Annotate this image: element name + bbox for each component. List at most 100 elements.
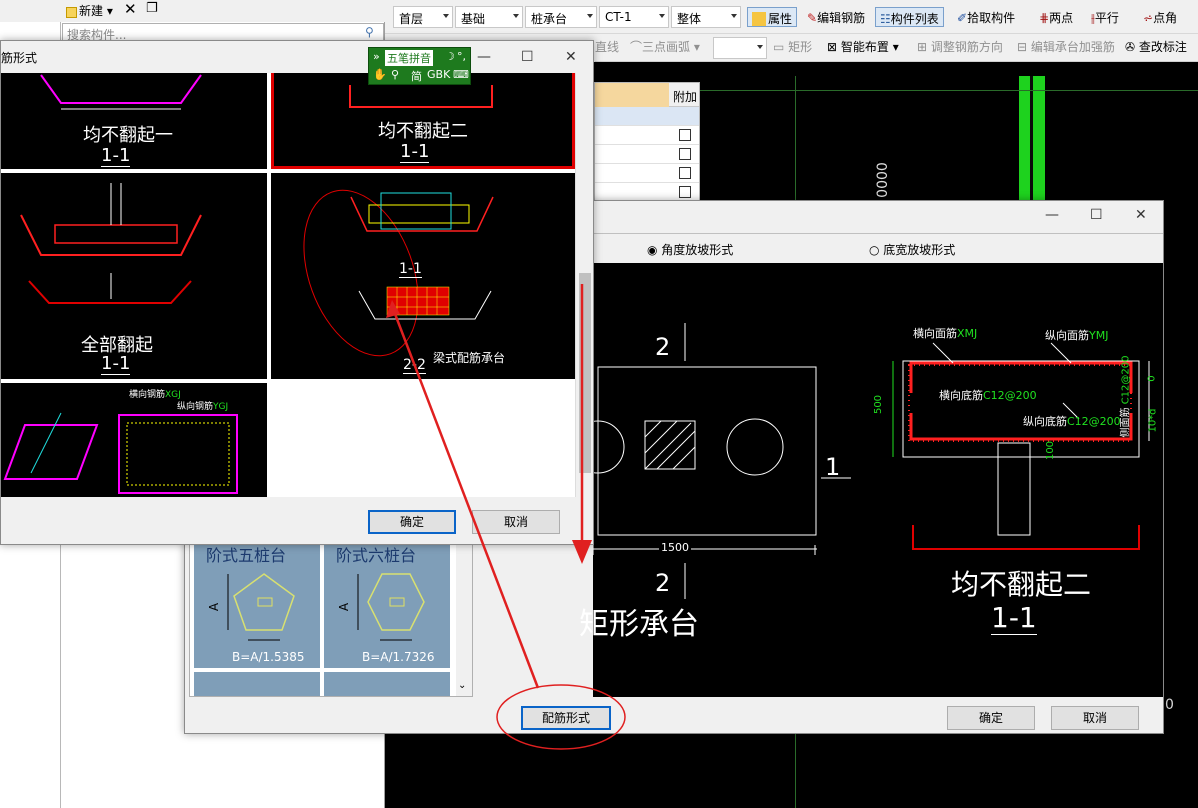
chevron-down-icon <box>587 14 593 18</box>
option-3-section: 1-1 <box>101 353 131 375</box>
panel-toolbar: 新建 ▾ ✕ ❐ <box>0 0 385 22</box>
rectangle-button[interactable]: ▭ 矩形 <box>773 38 812 58</box>
edit-cap-strengthen-button[interactable]: ⊟ 编辑承台加强筋 <box>1017 38 1115 58</box>
option-5-label-1-text: 横向钢筋 <box>129 390 166 400</box>
options-scrollbar[interactable] <box>575 73 593 497</box>
shape-thumb[interactable] <box>324 672 450 696</box>
cancel-button[interactable]: 取消 <box>472 510 560 534</box>
label-side-spec: C12@200 <box>1120 355 1132 405</box>
ime-charset[interactable]: GBK <box>427 68 450 81</box>
edit-rebar-button[interactable]: ✎编辑钢筋 <box>803 7 869 27</box>
dialog-title: 筋形式 <box>1 51 38 65</box>
option-2-section: 1-1 <box>400 141 430 163</box>
option-5-label-2-text: 纵向钢筋 <box>177 402 214 412</box>
library-scrollbar[interactable]: ⌄ <box>456 532 472 696</box>
option-steel-cage[interactable]: 横向钢筋XGJ 纵向钢筋YGJ <box>1 383 267 497</box>
label-ymj: 纵向面筋YMJ <box>1045 327 1108 343</box>
section-number-bottom: 2 <box>655 569 671 597</box>
point-angle-button[interactable]: ⩫点角 <box>1139 7 1181 27</box>
rebar-form-button[interactable]: 配筋形式 <box>521 706 611 730</box>
minimize-icon[interactable]: — <box>477 49 491 65</box>
additional-checkbox[interactable] <box>679 186 691 198</box>
line-button[interactable]: 直线 <box>595 38 619 58</box>
punctuation-icon[interactable]: °, <box>457 50 466 63</box>
table-row[interactable] <box>595 164 699 183</box>
dim-500: 500 <box>873 394 885 415</box>
parallel-button[interactable]: ⫲平行 <box>1087 7 1123 27</box>
scope-select[interactable]: 整体 <box>671 6 741 28</box>
chevron-down-icon[interactable]: ⌄ <box>458 680 466 691</box>
cancel-button[interactable]: 取消 <box>1051 706 1139 730</box>
two-point-button[interactable]: ⋕两点 <box>1035 7 1077 27</box>
pentagon-title: 阶式五桩台 <box>206 546 287 565</box>
main-toolbar: 首层 基础 桩承台 CT-1 整体 属性 ✎编辑钢筋 ☷构件列表 ✐拾取构件 ⋕… <box>385 0 1198 34</box>
component-list-button[interactable]: ☷构件列表 <box>875 7 944 27</box>
maximize-icon[interactable]: ☐ <box>1090 207 1103 223</box>
table-row[interactable] <box>595 126 699 145</box>
chevron-down-icon <box>443 14 449 18</box>
dim-100: 100 <box>1045 440 1057 461</box>
close-icon[interactable]: ✕ <box>565 49 577 65</box>
draw-toolbar: 直线 ⌒三点画弧 ▾ ▭ 矩形 ⊠ 智能布置 ▾ ⊞ 调整钢筋方向 ⊟ 编辑承台… <box>595 34 1198 62</box>
arc-option-select[interactable] <box>713 37 767 59</box>
option-no-bend-1[interactable]: 均不翻起一 1-1 <box>1 73 267 169</box>
ime-name[interactable]: 五笔拼音 <box>385 50 433 66</box>
adjust-icon: ⊞ <box>917 40 928 54</box>
delete-icon[interactable]: ✕ <box>124 0 137 18</box>
rebar-title: 均不翻起二 <box>951 568 1092 601</box>
col-header-additional: 附加 <box>673 90 698 104</box>
attributes-button[interactable]: 属性 <box>747 7 798 27</box>
three-point-arc-button[interactable]: ⌒三点画弧 ▾ <box>630 38 700 58</box>
option-4-title: 梁式配筋承台 <box>433 351 506 365</box>
close-icon[interactable]: ✕ <box>1135 207 1147 223</box>
additional-checkbox[interactable] <box>679 148 691 160</box>
shape-thumb[interactable] <box>194 672 320 696</box>
rebar-options-grid: 均不翻起一 1-1 均不翻起二 1-1 全部翻起 1-1 1-1 2-2 梁式配… <box>1 73 575 497</box>
ime-mode[interactable]: 简 <box>411 68 422 84</box>
floor-select[interactable]: 首层 <box>393 6 453 28</box>
table-row[interactable] <box>595 145 699 164</box>
keyboard-icon[interactable]: ⌨ <box>453 68 469 81</box>
ime-toolbar: » 五笔拼音 ☽ °, ✋ ⚲ 简 GBK ⌨ <box>368 47 471 85</box>
component-select[interactable]: CT-1 <box>599 6 669 28</box>
rectangle-icon: ▭ <box>773 40 785 54</box>
label-ydj-spec: C12@200 <box>1067 415 1121 428</box>
additional-checkbox[interactable] <box>679 129 691 141</box>
adjust-rebar-dir-button[interactable]: ⊞ 调整钢筋方向 <box>917 38 1003 58</box>
search-icon[interactable]: ⚲ <box>365 25 374 39</box>
option-all-bend[interactable]: 全部翻起 1-1 <box>1 173 267 379</box>
ok-button[interactable]: 确定 <box>947 706 1035 730</box>
maximize-icon[interactable]: ☐ <box>521 49 534 65</box>
copy-icon[interactable]: ❐ <box>146 1 158 16</box>
cap-preview: 2 2 1 1500 矩形承台 横向面筋XMJ 纵向面筋YMJ 横向底筋C12@… <box>533 263 1163 697</box>
radio-angle[interactable]: ◉ 角度放坡形式 <box>647 241 733 258</box>
column-divider <box>1030 76 1033 216</box>
option-4-section-2: 2-2 <box>403 357 426 374</box>
pentagon-formula: B=A/1.5385 <box>232 650 305 664</box>
ok-button[interactable]: 确定 <box>368 510 456 534</box>
property-grid-header: 附加 <box>595 83 699 107</box>
new-button[interactable]: 新建 ▾ <box>66 2 113 19</box>
option-beam-cap[interactable]: 1-1 2-2 梁式配筋承台 <box>271 173 575 379</box>
radio-width[interactable]: ○ 底宽放坡形式 <box>869 241 955 258</box>
pick-component-button[interactable]: ✐拾取构件 <box>953 7 1019 27</box>
pentagon-cap-thumb[interactable]: 阶式五桩台 A B=A/1.5385 <box>194 536 320 668</box>
dim-a: A <box>207 602 222 612</box>
hand-icon[interactable]: ✋ <box>373 68 387 81</box>
minimize-icon[interactable]: — <box>1045 207 1059 223</box>
table-row[interactable] <box>595 107 699 126</box>
category-select[interactable]: 基础 <box>455 6 523 28</box>
new-icon <box>66 7 77 18</box>
check-label-button[interactable]: ✇ 查改标注 <box>1125 38 1187 58</box>
search-icon[interactable]: ⚲ <box>391 68 399 81</box>
expand-icon[interactable]: » <box>373 50 380 63</box>
shape-title: 矩形承台 <box>579 607 699 642</box>
hexagon-cap-thumb[interactable]: 阶式六桩台 A B=A/1.7326 <box>324 536 450 668</box>
moon-icon[interactable]: ☽ <box>445 50 455 63</box>
smart-layout-button[interactable]: ⊠ 智能布置 ▾ <box>827 38 899 58</box>
additional-checkbox[interactable] <box>679 167 691 179</box>
type-select[interactable]: 桩承台 <box>525 6 597 28</box>
option-no-bend-2[interactable]: 均不翻起二 1-1 <box>271 73 575 169</box>
scrollbar-thumb[interactable] <box>579 273 591 473</box>
dim-0: 0 <box>1146 375 1158 382</box>
